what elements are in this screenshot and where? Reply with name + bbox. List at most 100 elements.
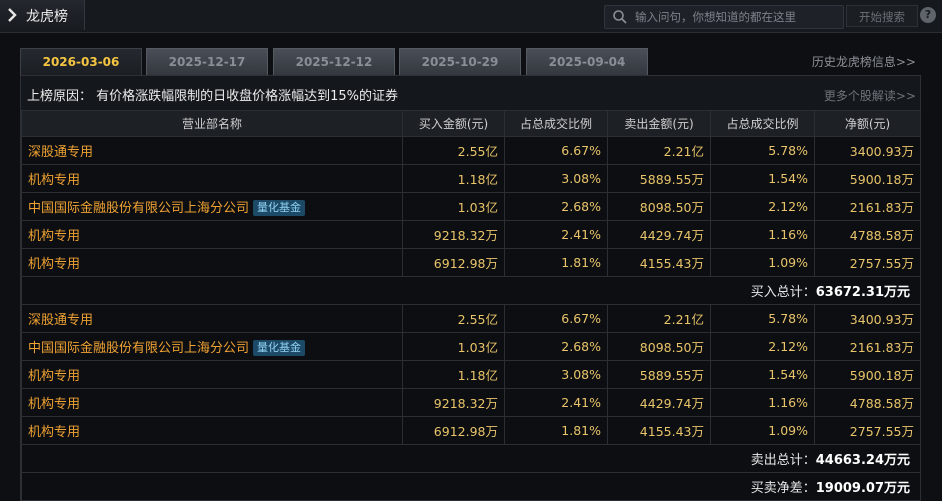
broker-name-cell[interactable]: 机构专用 [21, 360, 403, 389]
sell-amount-cell: 2.21亿 [607, 136, 711, 165]
net-amount-cell: 3400.93万 [814, 136, 921, 165]
broker-name[interactable]: 机构专用 [28, 397, 80, 412]
table-row[interactable]: 机构专用 9218.32万 2.41% 4429.74万 1.16% 4788.58万 [21, 220, 921, 249]
sell-amount-cell: 4429.74万 [607, 388, 711, 417]
broker-name[interactable]: 深股通专用 [28, 145, 93, 160]
buy-ratio-cell: 6.67% [504, 304, 608, 333]
buy-ratio-cell: 2.68% [504, 332, 608, 361]
broker-name[interactable]: 中国国际金融股份有限公司上海分公司 [28, 201, 249, 216]
tab-date-2[interactable]: 2025-12-17 [146, 48, 268, 75]
sell-amount-cell: 2.21亿 [607, 304, 711, 333]
trade-table: 营业部名称 买入金额(元) 占总成交比例 卖出金额(元) 占总成交比例 净额(元… [21, 110, 921, 501]
buy-amount-cell: 6912.98万 [402, 416, 505, 445]
table-row[interactable]: 机构专用 6912.98万 1.81% 4155.43万 1.09% 2757.55万 [21, 416, 921, 445]
sell-total-row: 卖出总计：44663.24万元 [21, 444, 921, 473]
broker-name-cell[interactable]: 深股通专用 [21, 304, 403, 333]
broker-name[interactable]: 机构专用 [28, 229, 80, 244]
listing-reason: 上榜原因： 有价格涨跌幅限制的日收盘价格涨幅达到15%的证券 [27, 89, 399, 104]
col-header-sell: 卖出金额(元) [607, 110, 711, 137]
broker-name-cell[interactable]: 机构专用 [21, 220, 403, 249]
buy-ratio-cell: 6.67% [504, 136, 608, 165]
reason-bar: 上榜原因： 有价格涨跌幅限制的日收盘价格涨幅达到15%的证券 更多个股解读>> [21, 76, 920, 110]
dragon-tiger-panel: 上榜原因： 有价格涨跌幅限制的日收盘价格涨幅达到15%的证券 更多个股解读>> … [20, 75, 921, 501]
sell-total-value: 44663.24万元 [815, 453, 910, 468]
net-total-label: 买卖净差： [750, 481, 816, 496]
quant-fund-badge: 量化基金 [253, 340, 306, 356]
table-row[interactable]: 机构专用 6912.98万 1.81% 4155.43万 1.09% 2757.55万 [21, 248, 921, 277]
sell-amount-cell: 5889.55万 [607, 360, 711, 389]
buy-ratio-cell: 2.68% [504, 192, 608, 221]
buy-total: 买入总计：63672.31万元 [21, 276, 921, 305]
table-row[interactable]: 机构专用 1.18亿 3.08% 5889.55万 1.54% 5900.18万 [21, 360, 921, 389]
more-analysis-link[interactable]: 更多个股解读>> [824, 87, 916, 104]
broker-name-cell[interactable]: 中国国际金融股份有限公司上海分公司 量化基金 [21, 332, 403, 361]
col-header-net: 净额(元) [814, 110, 921, 137]
broker-name-cell[interactable]: 深股通专用 [21, 136, 403, 165]
sell-ratio-cell: 1.54% [710, 164, 815, 193]
net-total-value: 19009.07万元 [815, 481, 910, 496]
broker-name-cell[interactable]: 机构专用 [21, 388, 403, 417]
buy-amount-cell: 2.55亿 [402, 304, 505, 333]
sell-ratio-cell: 5.78% [710, 136, 815, 165]
buy-ratio-cell: 3.08% [504, 360, 608, 389]
net-total: 买卖净差：19009.07万元 [21, 472, 921, 501]
history-link[interactable]: 历史龙虎榜信息>> [812, 53, 916, 70]
module-title-tab[interactable]: 龙虎榜 [0, 0, 85, 30]
sell-total-label: 卖出总计： [750, 453, 816, 468]
sell-total: 卖出总计：44663.24万元 [21, 444, 921, 473]
col-header-buy-pct: 占总成交比例 [504, 110, 608, 137]
sell-ratio-cell: 1.16% [710, 220, 815, 249]
buy-total-value: 63672.31万元 [815, 285, 910, 300]
tab-date-3[interactable]: 2025-12-12 [273, 48, 395, 75]
broker-name-cell[interactable]: 机构专用 [21, 416, 403, 445]
broker-name[interactable]: 中国国际金融股份有限公司上海分公司 [28, 341, 249, 356]
broker-name[interactable]: 机构专用 [28, 173, 80, 188]
broker-name[interactable]: 机构专用 [28, 425, 80, 440]
buy-total-label: 买入总计： [750, 285, 816, 300]
table-row[interactable]: 深股通专用 2.55亿 6.67% 2.21亿 5.78% 3400.93万 [21, 136, 921, 165]
broker-name-cell[interactable]: 机构专用 [21, 164, 403, 193]
broker-name-cell[interactable]: 中国国际金融股份有限公司上海分公司 量化基金 [21, 192, 403, 221]
table-row[interactable]: 中国国际金融股份有限公司上海分公司 量化基金 1.03亿 2.68% 8098.50万 2… [21, 332, 921, 361]
buy-amount-cell: 9218.32万 [402, 220, 505, 249]
buy-ratio-cell: 1.81% [504, 416, 608, 445]
net-total-row: 买卖净差：19009.07万元 [21, 472, 921, 501]
buy-section: 深股通专用 2.55亿 6.67% 2.21亿 5.78% 3400.93万 机构专用 1.1… [21, 136, 921, 277]
broker-name[interactable]: 深股通专用 [28, 313, 93, 328]
quant-fund-badge: 量化基金 [253, 200, 306, 216]
search-button[interactable]: 开始搜索 [846, 5, 918, 27]
net-amount-cell: 2161.83万 [814, 192, 921, 221]
sell-amount-cell: 8098.50万 [607, 192, 711, 221]
net-amount-cell: 2757.55万 [814, 248, 921, 277]
sell-section: 深股通专用 2.55亿 6.67% 2.21亿 5.78% 3400.93万 中国国际金融股… [21, 304, 921, 445]
buy-ratio-cell: 1.81% [504, 248, 608, 277]
buy-amount-cell: 1.03亿 [402, 332, 505, 361]
table-row[interactable]: 中国国际金融股份有限公司上海分公司 量化基金 1.03亿 2.68% 8098.50万 2… [21, 192, 921, 221]
table-row[interactable]: 机构专用 1.18亿 3.08% 5889.55万 1.54% 5900.18万 [21, 164, 921, 193]
net-amount-cell: 3400.93万 [814, 304, 921, 333]
sell-amount-cell: 4155.43万 [607, 248, 711, 277]
sell-ratio-cell: 1.16% [710, 388, 815, 417]
buy-amount-cell: 6912.98万 [402, 248, 505, 277]
tab-date-4[interactable]: 2025-10-29 [399, 48, 521, 75]
buy-ratio-cell: 2.41% [504, 388, 608, 417]
chevron-right-icon [6, 6, 20, 24]
tab-date-5[interactable]: 2025-09-04 [526, 48, 648, 75]
net-amount-cell: 5900.18万 [814, 164, 921, 193]
broker-name[interactable]: 机构专用 [28, 369, 80, 384]
search-box[interactable] [604, 5, 844, 29]
search-input[interactable] [633, 7, 842, 27]
col-header-broker: 营业部名称 [21, 110, 403, 137]
table-header-row: 营业部名称 买入金额(元) 占总成交比例 卖出金额(元) 占总成交比例 净额(元… [21, 110, 921, 137]
help-icon[interactable]: ? [920, 7, 936, 23]
buy-ratio-cell: 3.08% [504, 164, 608, 193]
broker-name-cell[interactable]: 机构专用 [21, 248, 403, 277]
table-row[interactable]: 机构专用 9218.32万 2.41% 4429.74万 1.16% 4788.58万 [21, 388, 921, 417]
module-title: 龙虎榜 [26, 9, 68, 25]
table-row[interactable]: 深股通专用 2.55亿 6.67% 2.21亿 5.78% 3400.93万 [21, 304, 921, 333]
col-header-sell-pct: 占总成交比例 [710, 110, 815, 137]
sell-amount-cell: 4155.43万 [607, 416, 711, 445]
search-icon [612, 9, 628, 25]
broker-name[interactable]: 机构专用 [28, 257, 80, 272]
tab-date-1[interactable]: 2026-03-06 [20, 48, 142, 75]
